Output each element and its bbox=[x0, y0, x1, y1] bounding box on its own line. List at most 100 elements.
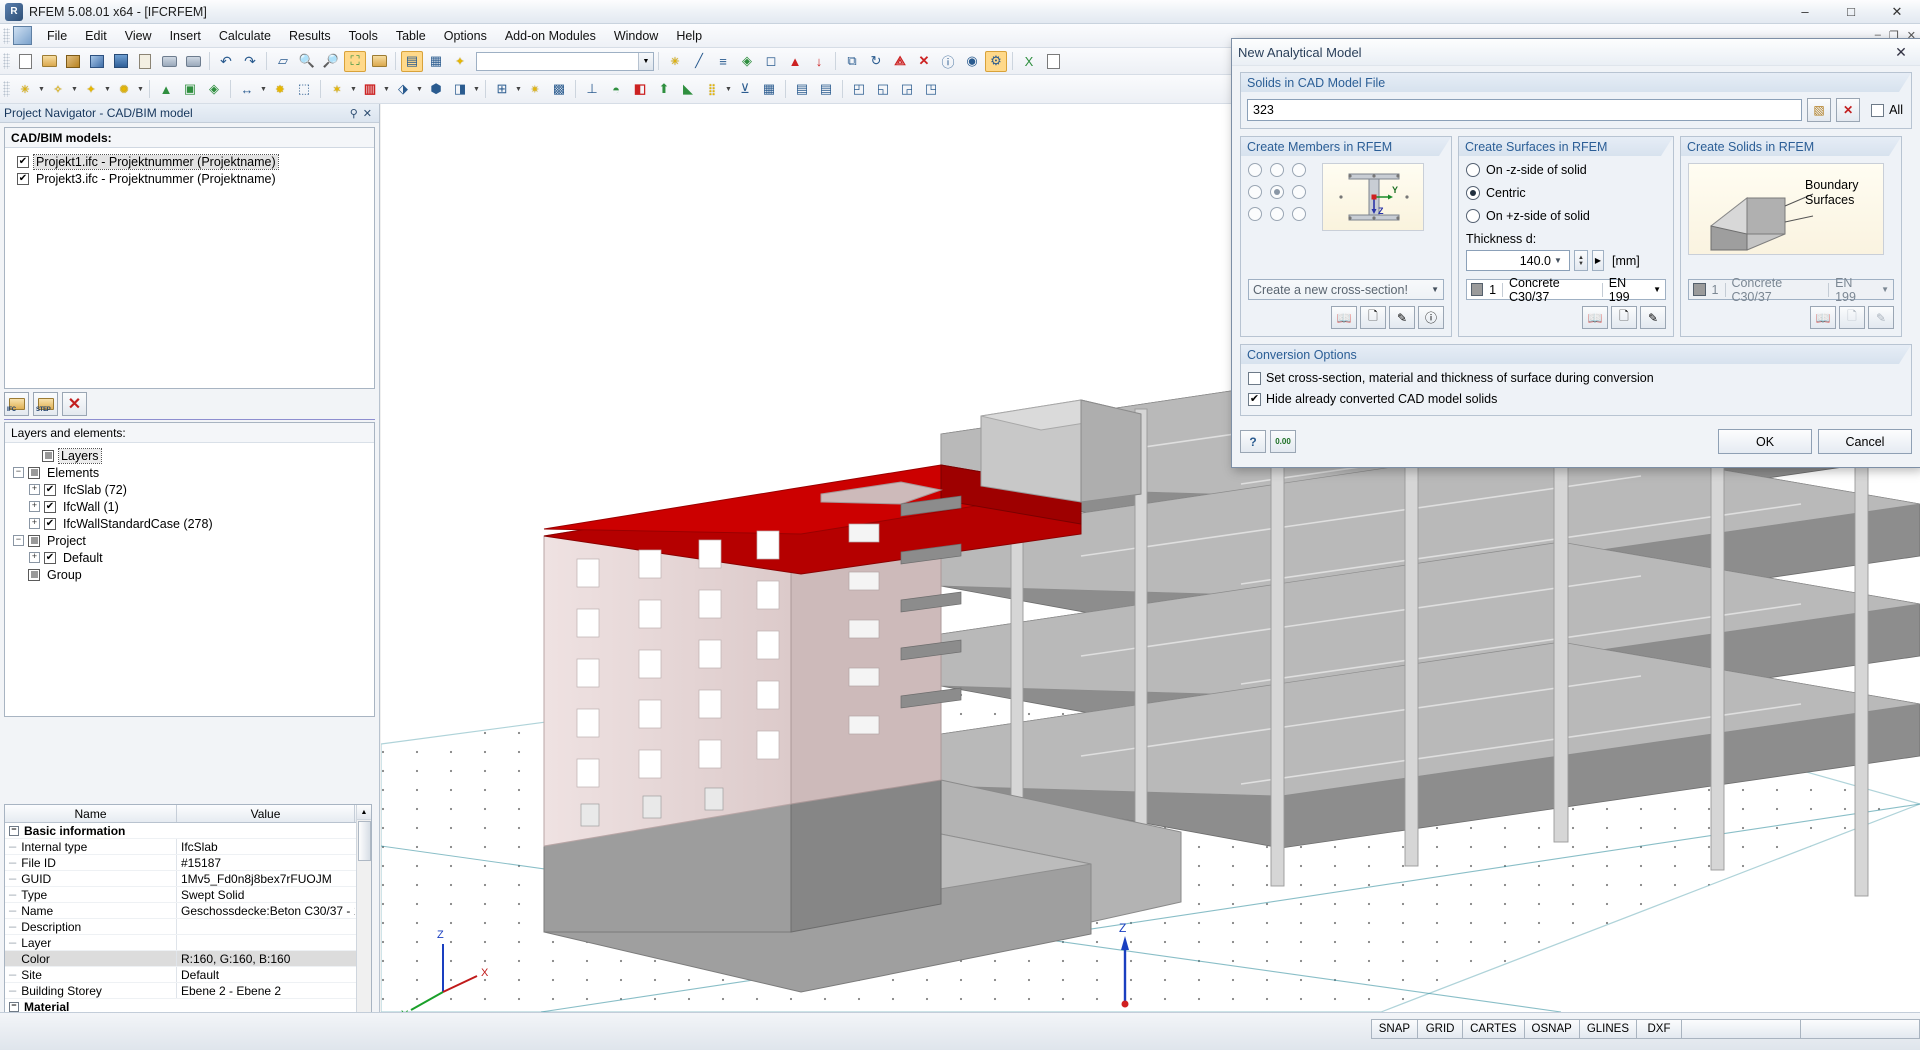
render-solid-icon[interactable]: ◧ bbox=[629, 79, 651, 100]
nodal-load-icon[interactable]: ✶ bbox=[326, 79, 348, 100]
member-hinge-icon[interactable]: ✴ bbox=[524, 79, 546, 100]
chevron-down-icon[interactable]: ▼ bbox=[1881, 285, 1889, 294]
result-table-icon[interactable]: ▤ bbox=[815, 79, 837, 100]
new-surface-support-icon[interactable]: ◈ bbox=[203, 79, 225, 100]
status-dxf[interactable]: DXF bbox=[1636, 1019, 1682, 1039]
cross-section-combo[interactable]: Create a new cross-section! ▼ bbox=[1248, 279, 1444, 300]
new-nodal-support-icon[interactable]: ▲ bbox=[155, 79, 177, 100]
tree-item-ifcslab[interactable]: + ✔ IfcSlab (72) bbox=[29, 481, 374, 498]
toolbar-grip-handle[interactable] bbox=[3, 53, 10, 69]
tristate-box[interactable] bbox=[28, 535, 40, 547]
dialog-close-icon[interactable]: ✕ bbox=[1888, 41, 1914, 63]
ok-button[interactable]: OK bbox=[1718, 429, 1812, 454]
table-grid-icon[interactable]: ▦ bbox=[758, 79, 780, 100]
solid-material-library-button[interactable]: 📖 bbox=[1810, 306, 1836, 329]
table-row[interactable]: —Building Storey Ebene 2 - Ebene 2 bbox=[5, 983, 371, 999]
copy-icon[interactable] bbox=[134, 51, 156, 72]
grid-pattern-dropdown-icon[interactable]: ▼ bbox=[724, 79, 733, 100]
axis-icon[interactable]: ⊥ bbox=[581, 79, 603, 100]
option-hide-converted[interactable]: ✔ Hide already converted CAD model solid… bbox=[1248, 392, 1904, 406]
new-node-icon[interactable]: ✳ bbox=[14, 79, 36, 100]
wireframe-icon[interactable]: ◳ bbox=[920, 79, 942, 100]
nodal-load-dropdown-icon[interactable]: ▼ bbox=[349, 79, 358, 100]
model-checkbox[interactable]: ✔ bbox=[17, 156, 29, 168]
section-icon[interactable]: ◣ bbox=[677, 79, 699, 100]
save-icon[interactable] bbox=[110, 51, 132, 72]
printout-icon[interactable] bbox=[1042, 51, 1064, 72]
printout-report-icon[interactable]: ▤ bbox=[791, 79, 813, 100]
table-row[interactable]: —Type Swept Solid bbox=[5, 887, 371, 903]
toolbar2-grip-handle[interactable] bbox=[3, 81, 10, 97]
table-row[interactable]: —File ID #15187 bbox=[5, 855, 371, 871]
surface-load-dropdown-icon[interactable]: ▼ bbox=[382, 79, 391, 100]
cross-section-edit-button[interactable]: ✎ bbox=[1389, 306, 1415, 329]
dimension-icon[interactable]: ↔ bbox=[236, 79, 258, 100]
hide-converted-checkbox[interactable]: ✔ bbox=[1248, 393, 1261, 406]
menu-item-addon-modules[interactable]: Add-on Modules bbox=[496, 26, 605, 46]
all-checkbox-row[interactable]: All bbox=[1871, 103, 1903, 117]
tree-item-ifcwallstandardcase[interactable]: + ✔ IfcWallStandardCase (278) bbox=[29, 515, 374, 532]
tristate-box[interactable] bbox=[42, 450, 54, 462]
dimension-dropdown-icon[interactable]: ▼ bbox=[259, 79, 268, 100]
status-glines[interactable]: GLINES bbox=[1579, 1019, 1637, 1039]
zoom-window-icon[interactable]: ▱ bbox=[272, 51, 294, 72]
status-snap[interactable]: SNAP bbox=[1371, 1019, 1418, 1039]
list-item[interactable]: ✔ Projekt1.ifc - Projektnummer (Projektn… bbox=[17, 153, 374, 170]
menu-item-edit[interactable]: Edit bbox=[76, 26, 116, 46]
tree-item-checkbox[interactable]: ✔ bbox=[44, 518, 56, 530]
open-file-icon[interactable] bbox=[38, 51, 60, 72]
table-view-icon[interactable]: ▤ bbox=[401, 51, 423, 72]
delete-model-button[interactable]: ✕ bbox=[62, 392, 87, 416]
new-line-support-icon[interactable]: ▣ bbox=[179, 79, 201, 100]
member-pos-bottom-center[interactable] bbox=[1270, 207, 1284, 221]
symmetry-icon[interactable]: ⟁ bbox=[889, 51, 911, 72]
cad-bim-settings-icon[interactable]: ⚙ bbox=[985, 51, 1007, 72]
undo-icon[interactable]: ↶ bbox=[215, 51, 237, 72]
load-case-combo[interactable]: ▼ bbox=[476, 52, 654, 71]
collapse-icon[interactable]: − bbox=[13, 467, 24, 478]
color-surface-icon[interactable]: ◓ bbox=[605, 79, 627, 100]
menu-item-file[interactable]: File bbox=[38, 26, 76, 46]
chevron-down-icon[interactable]: ▼ bbox=[1551, 256, 1565, 265]
grid-pattern-icon[interactable]: ⣿ bbox=[701, 79, 723, 100]
zoom-in-icon[interactable]: 🔎 bbox=[320, 51, 342, 72]
surface-load-icon[interactable]: ▥ bbox=[359, 79, 381, 100]
snap-axis-icon[interactable]: ⊻ bbox=[734, 79, 756, 100]
info-icon[interactable]: ⓘ bbox=[937, 51, 959, 72]
thickness-spinner[interactable]: ▲▼ bbox=[1574, 250, 1588, 271]
support-icon[interactable]: ▲ bbox=[784, 51, 806, 72]
close-icon[interactable]: ✕ bbox=[363, 107, 372, 120]
tree-item-ifcwall[interactable]: + ✔ IfcWall (1) bbox=[29, 498, 374, 515]
member-pos-middle-left[interactable] bbox=[1248, 185, 1262, 199]
table-row[interactable]: —Site Default bbox=[5, 967, 371, 983]
all-checkbox[interactable] bbox=[1871, 104, 1884, 117]
selection-icon[interactable]: ⬚ bbox=[293, 79, 315, 100]
expand-icon[interactable]: + bbox=[29, 552, 40, 563]
solid-material-new-button[interactable]: 🗋 bbox=[1839, 306, 1865, 329]
menu-item-insert[interactable]: Insert bbox=[161, 26, 210, 46]
maximize-button[interactable]: □ bbox=[1828, 0, 1874, 24]
excel-export-icon[interactable]: X bbox=[1018, 51, 1040, 72]
import-ifc-button[interactable]: IFC bbox=[4, 392, 29, 416]
member-icon[interactable]: ≡ bbox=[712, 51, 734, 72]
pan-icon[interactable] bbox=[368, 51, 390, 72]
cross-section-new-button[interactable]: 🗋 bbox=[1360, 306, 1386, 329]
cancel-button[interactable]: Cancel bbox=[1818, 429, 1912, 454]
new-polyline-dropdown-icon[interactable]: ▼ bbox=[136, 79, 145, 100]
surface-offset-plus-z[interactable]: On +z-side of solid bbox=[1466, 209, 1666, 223]
expand-icon[interactable]: + bbox=[29, 501, 40, 512]
mirror-icon[interactable]: ⧉ bbox=[841, 51, 863, 72]
set-properties-checkbox[interactable] bbox=[1248, 372, 1261, 385]
member-pos-center[interactable] bbox=[1270, 185, 1284, 199]
redo-icon[interactable]: ↷ bbox=[239, 51, 261, 72]
line-icon[interactable]: ╱ bbox=[688, 51, 710, 72]
surface-offset-centric[interactable]: Centric bbox=[1466, 186, 1666, 200]
expand-icon[interactable]: + bbox=[29, 484, 40, 495]
cross-section-info-button[interactable]: ⓘ bbox=[1418, 306, 1444, 329]
menu-item-options[interactable]: Options bbox=[435, 26, 496, 46]
thickness-input[interactable]: 140.0 ▼ bbox=[1466, 250, 1570, 271]
radio-button[interactable] bbox=[1466, 209, 1480, 223]
table-row[interactable]: —GUID 1Mv5_Fd0n8j8bex7rFUOJM bbox=[5, 871, 371, 887]
solids-input[interactable]: 323 bbox=[1247, 99, 1802, 121]
tristate-box[interactable] bbox=[28, 569, 40, 581]
